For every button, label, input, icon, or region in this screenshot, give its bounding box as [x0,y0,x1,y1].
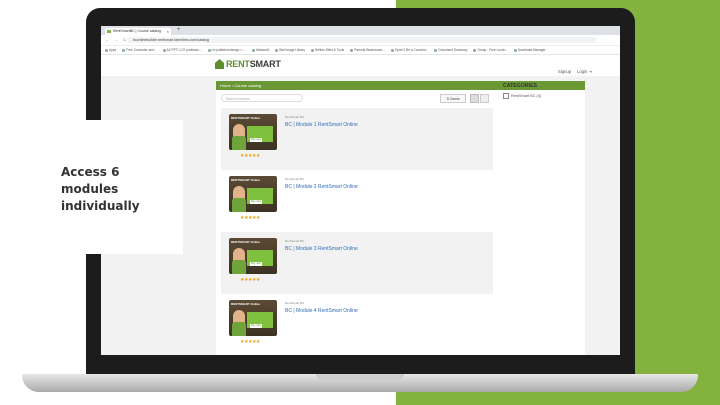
bookmark-item[interactable]: rrc.publisher/design > ... [207,48,246,52]
house-icon [215,59,224,69]
bookmarks-bar: Apps Free Converter and... AZ PPT LCG pr… [101,46,620,55]
catalog-content: Home › Course catalog Search courses ⇅ N… [216,81,585,355]
sort-button[interactable]: ⇅ Name [440,94,466,103]
bookmark-item[interactable]: Sport 2 Be a Cornerst... [390,48,428,52]
bookmark-icon [390,48,394,52]
course-item[interactable]: RENTSMART Online Buy now ★★★★★ RentSmart… [221,294,493,355]
grid-view-icon[interactable] [470,94,479,103]
bookmark-icon [311,48,315,52]
bookmark-item[interactable]: Group - Free Lunch... [473,48,508,52]
favicon-icon [107,30,111,33]
bookmark-icon [207,48,211,52]
browser-address-bar: ← → C bconlinebuilder.rentsmart.talentlm… [101,35,620,46]
bookmark-item[interactable]: AdvisorAI [251,48,269,52]
logo-text: RENTSMART [226,59,281,69]
bookmark-icon [122,48,126,52]
laptop-notch [316,374,404,380]
bookmark-item[interactable]: Apps [105,48,116,52]
bookmark-icon [473,48,477,52]
course-vendor: RentSmart BC [285,177,305,181]
person-shirt [232,260,246,274]
bookmark-icon [434,48,438,52]
browser-tab[interactable]: RentSmartBC | Course catalog × [105,28,171,35]
browser-tab-strip: RentSmartBC | Course catalog × + [101,26,620,35]
course-vendor: RentSmart BC [285,115,305,119]
list-view-icon[interactable] [480,94,489,103]
bookmark-item[interactable]: Helium Sites & Tools [311,48,344,52]
rentsmart-logo[interactable]: RENTSMART [215,59,281,69]
course-vendor: RentSmart BC [285,239,305,243]
bookmark-item[interactable]: Download Manager [513,48,546,52]
person-shirt [232,198,246,212]
rating-stars: ★★★★★ [240,153,260,159]
course-item[interactable]: RENTSMART Online Buy now ★★★★★ RentSmart… [221,108,493,170]
categories-heading: CATEGORIES [503,83,537,89]
callout-text: Access 6 modules individually [61,165,140,213]
bookmark-item[interactable]: AZ PPT LCG professio... [162,48,202,52]
nav-controls[interactable]: ← → C [105,37,128,42]
signup-link[interactable]: Signup [558,69,571,74]
course-list: RENTSMART Online Buy now ★★★★★ RentSmart… [221,108,493,355]
course-title-link[interactable]: BC | Module 4 RentSmart Online [285,308,358,314]
close-tab-icon[interactable]: × [167,28,169,35]
course-thumbnail[interactable]: RENTSMART Online Buy now [229,238,277,274]
course-item[interactable]: RENTSMART Online Buy now ★★★★★ RentSmart… [221,170,493,232]
bookmark-item[interactable]: Bali Image Library [275,48,305,52]
url-field[interactable]: bconlinebuilder.rentsmart.talentlms.com/… [127,37,597,43]
course-item[interactable]: RENTSMART Online Buy now ★★★★★ RentSmart… [221,232,493,294]
callout-box: Access 6 modules individually [0,120,183,254]
person-shirt [232,322,246,336]
course-thumbnail[interactable]: RENTSMART Online Buy now [229,300,277,336]
header-links: Signup Login ⇥ [558,69,592,74]
rating-stars: ★★★★★ [240,215,260,221]
bookmark-icon [350,48,354,52]
new-tab-button[interactable]: + [177,27,181,33]
rating-stars: ★★★★★ [240,277,260,283]
tab-title: RentSmartBC | Course catalog [113,29,161,33]
bookmark-item[interactable]: Parents Warehouse... [350,48,385,52]
rating-stars: ★★★★★ [240,339,260,345]
course-title-link[interactable]: BC | Module 2 RentSmart Online [285,184,358,190]
login-link[interactable]: Login ⇥ [577,69,592,74]
bookmark-icon [275,48,279,52]
bookmark-icon [162,48,166,52]
search-input[interactable]: Search courses [221,94,303,102]
person-shirt [232,136,246,150]
bookmark-icon [251,48,255,52]
course-thumbnail[interactable]: RENTSMART Online Buy now [229,114,277,150]
course-title-link[interactable]: BC | Module 1 RentSmart Online [285,122,358,128]
course-thumbnail[interactable]: RENTSMART Online Buy now [229,176,277,212]
bookmark-icon [513,48,517,52]
course-vendor: RentSmart BC [285,301,305,305]
bookmark-item[interactable]: Free Converter and... [122,48,157,52]
checkbox-icon[interactable] [503,93,509,99]
course-title-link[interactable]: BC | Module 3 RentSmart Online [285,246,358,252]
bookmark-item[interactable]: Document Summary [434,48,467,52]
bookmark-icon [105,48,108,52]
category-filter[interactable]: RentSmart BC (4) [503,93,541,99]
